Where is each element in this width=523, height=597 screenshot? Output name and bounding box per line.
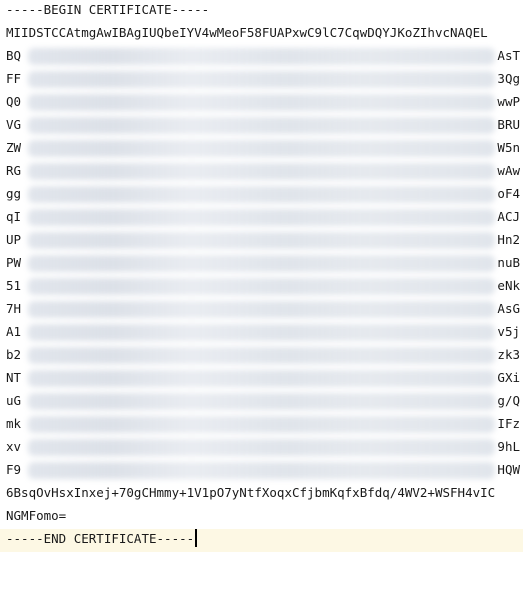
certificate-body-line-18: mk IFz (6, 416, 520, 433)
redacted-region (28, 186, 495, 203)
redacted-region (28, 462, 495, 479)
redacted-region (28, 94, 495, 111)
certificate-body-line-21: 6BsqOvHsxInxej+70gCHmmy+1V1pO7yNtfXoqxCf… (6, 485, 496, 500)
redacted-region (28, 347, 495, 364)
redacted-region (28, 393, 495, 410)
redacted-region (28, 301, 495, 318)
certificate-body-line-19: xv 9hL (6, 439, 520, 456)
certificate-body-line-6: ZW W5n (6, 140, 520, 157)
certificate-body-line-14: A1 v5j (6, 324, 520, 341)
certificate-body-line-20: F9 HQW (6, 462, 520, 479)
certificate-text-editor[interactable]: -----BEGIN CERTIFICATE----- MIIDSTCCAtmg… (0, 0, 523, 597)
certificate-body-line-15: b2 zk3 (6, 347, 520, 364)
redacted-region (28, 117, 495, 134)
certificate-body-line-2: BQ AsT (6, 48, 520, 65)
certificate-body-line-13: 7H AsG (6, 301, 520, 318)
redacted-region (28, 278, 495, 295)
redacted-region (28, 255, 495, 272)
certificate-footer-line[interactable]: -----END CERTIFICATE----- (0, 529, 523, 552)
redacted-region (28, 232, 495, 249)
certificate-header-line: -----BEGIN CERTIFICATE----- (6, 2, 210, 17)
certificate-body-line-3: FF 3Qg (6, 71, 520, 88)
certificate-body-line-10: UP Hn2 (6, 232, 520, 249)
redacted-region (28, 163, 495, 180)
redacted-region (28, 140, 495, 157)
certificate-body-line-12: 51 eNk (6, 278, 520, 295)
certificate-body-line-4: Q0 wwP (6, 94, 520, 111)
certificate-body-line-16: NT GXi (6, 370, 520, 387)
redacted-region (28, 324, 495, 341)
redacted-region (28, 209, 495, 226)
certificate-body-line-22: NGMFomo= (6, 508, 67, 523)
redacted-region (28, 439, 495, 456)
certificate-body-line-11: PW nuB (6, 255, 520, 272)
certificate-body-line-5: VG BRU (6, 117, 520, 134)
certificate-body-line-17: uG g/Q (6, 393, 520, 410)
text-cursor (195, 529, 197, 547)
certificate-body-line-8: gg oF4 (6, 186, 520, 203)
redacted-region (28, 71, 495, 88)
redacted-region (28, 48, 495, 65)
certificate-body-line-7: RG wAw (6, 163, 520, 180)
certificate-body-line-1: MIIDSTCCAtmgAwIBAgIUQbeIYV4wMeoF58FUAPxw… (6, 25, 488, 40)
redacted-region (28, 416, 495, 433)
redacted-region (28, 370, 495, 387)
certificate-body-line-9: qI ACJ (6, 209, 520, 226)
